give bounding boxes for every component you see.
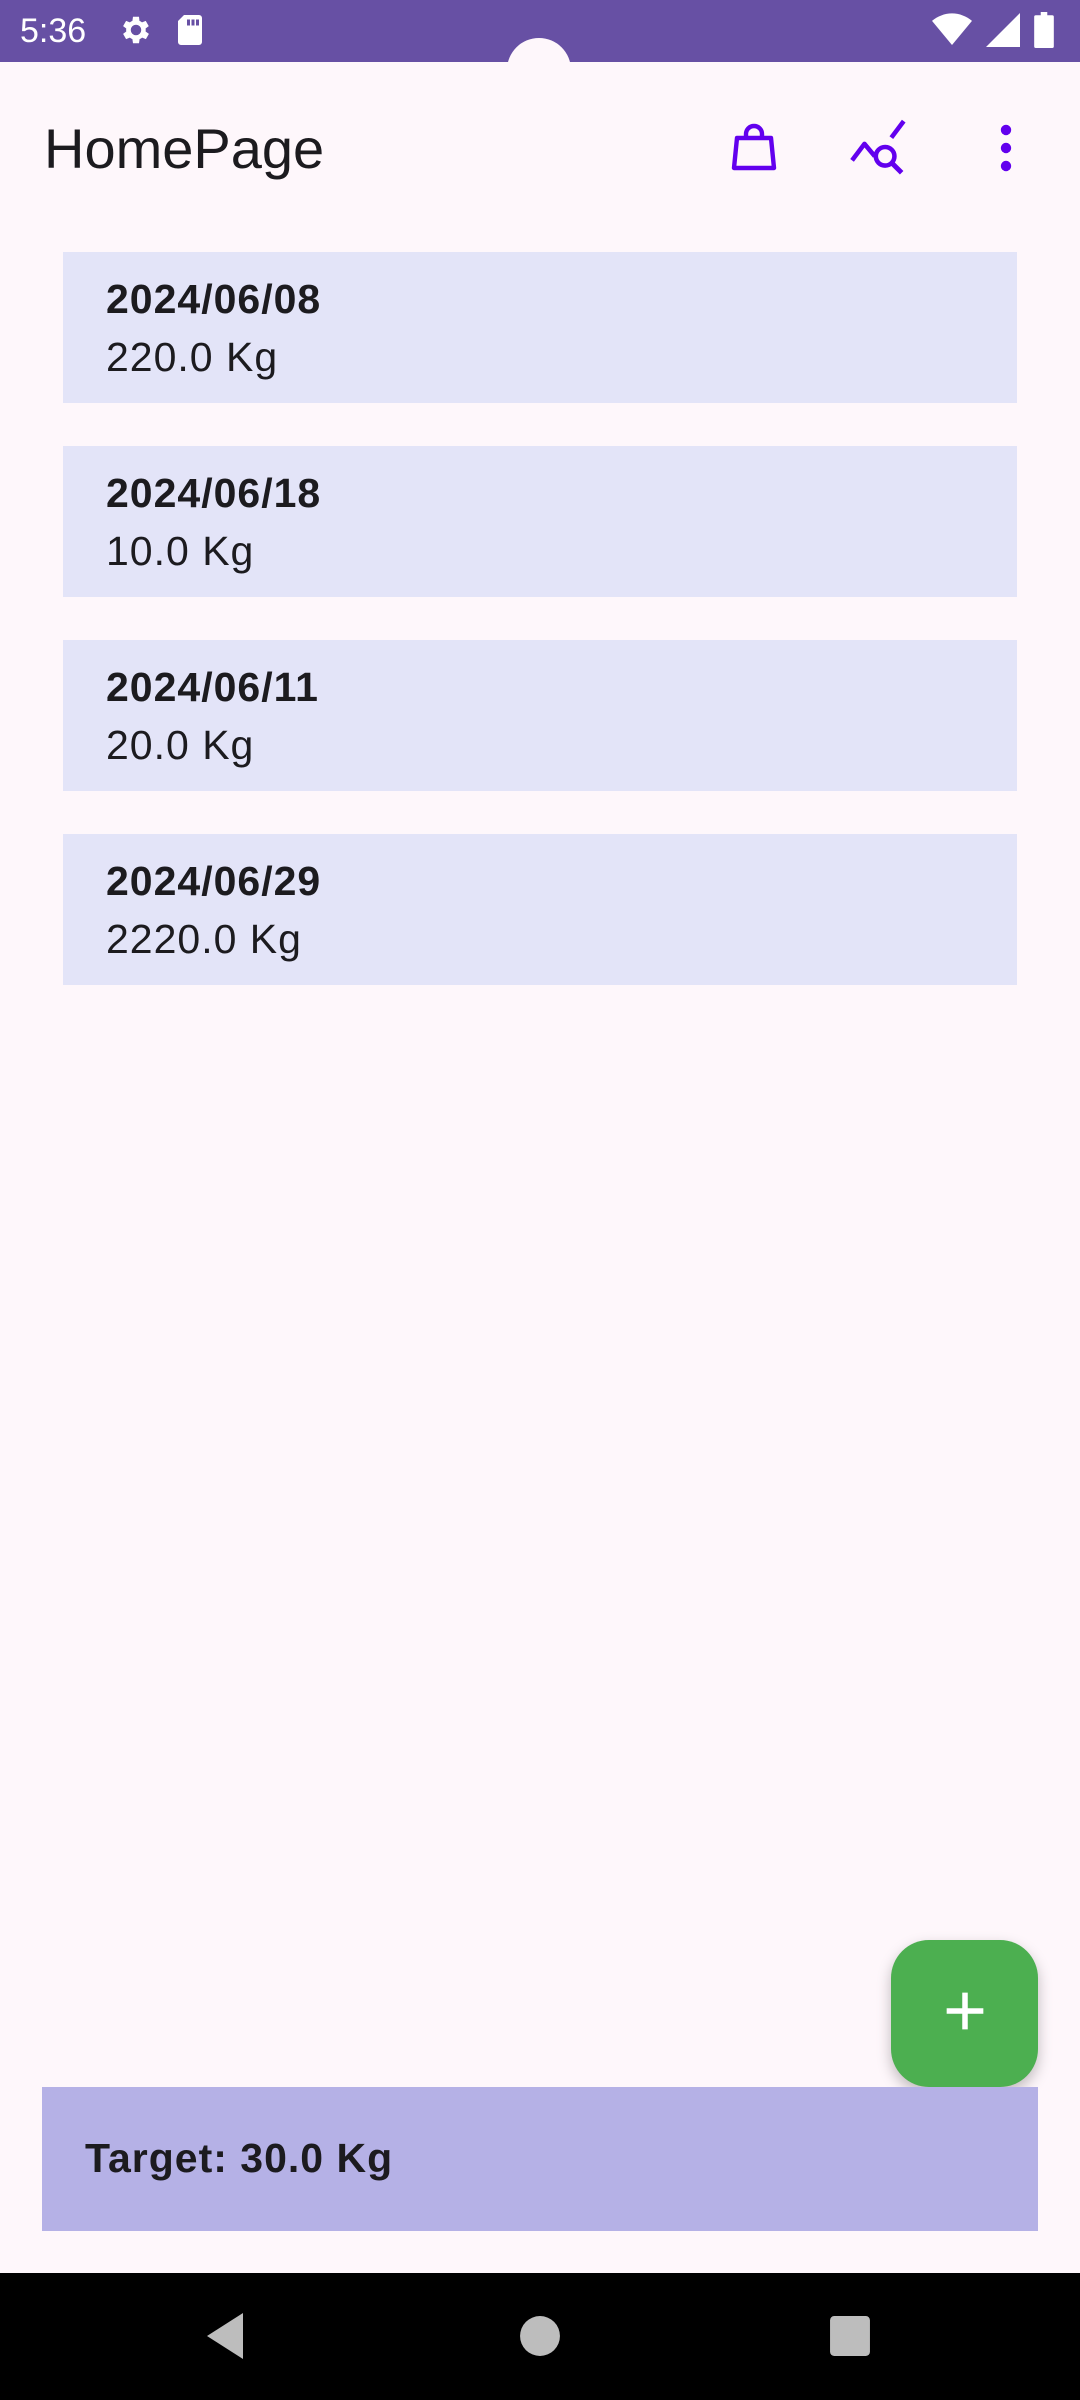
navigation-bar bbox=[0, 2273, 1080, 2400]
plus-icon bbox=[943, 1989, 987, 2038]
status-right-icons bbox=[932, 12, 1054, 53]
record-weight: 220.0 Kg bbox=[106, 334, 279, 380]
record-date: 2024/06/18 bbox=[106, 470, 322, 516]
shopping-bag-button[interactable] bbox=[718, 114, 790, 186]
list-item[interactable]: 2024/06/29 2220.0 Kg bbox=[63, 834, 1017, 985]
signal-icon bbox=[986, 13, 1020, 52]
sd-card-icon bbox=[174, 12, 206, 53]
chart-search-icon bbox=[850, 119, 912, 182]
home-button[interactable] bbox=[505, 2303, 575, 2373]
more-options-button[interactable] bbox=[970, 114, 1042, 186]
list-item[interactable]: 2024/06/08 220.0 Kg bbox=[63, 252, 1017, 403]
chart-search-button[interactable] bbox=[845, 114, 917, 186]
shopping-bag-icon bbox=[730, 122, 778, 179]
record-weight: 2220.0 Kg bbox=[106, 916, 302, 962]
page-title: HomePage bbox=[44, 117, 325, 180]
record-date: 2024/06/29 bbox=[106, 858, 322, 904]
recents-icon bbox=[829, 2315, 871, 2362]
target-label: Target: 30.0 Kg bbox=[85, 2135, 394, 2181]
list-item[interactable]: 2024/06/11 20.0 Kg bbox=[63, 640, 1017, 791]
wifi-icon bbox=[932, 13, 972, 52]
record-date: 2024/06/08 bbox=[106, 276, 322, 322]
target-banner[interactable]: Target: 30.0 Kg bbox=[42, 2087, 1038, 2231]
gear-icon bbox=[118, 12, 154, 53]
app-bar: HomePage bbox=[0, 62, 1080, 234]
home-icon bbox=[519, 2315, 561, 2362]
record-date: 2024/06/11 bbox=[106, 664, 319, 710]
record-weight: 20.0 Kg bbox=[106, 722, 255, 768]
record-weight: 10.0 Kg bbox=[106, 528, 255, 574]
status-left-icons bbox=[118, 12, 206, 53]
battery-icon bbox=[1034, 12, 1054, 53]
more-vert-icon bbox=[998, 124, 1014, 177]
back-icon bbox=[203, 2311, 247, 2366]
status-time: 5:36 bbox=[20, 12, 87, 50]
recents-button[interactable] bbox=[815, 2303, 885, 2373]
back-button[interactable] bbox=[190, 2303, 260, 2373]
record-list: 2024/06/08 220.0 Kg 2024/06/18 10.0 Kg 2… bbox=[63, 252, 1017, 1028]
add-record-button[interactable] bbox=[891, 1940, 1038, 2087]
list-item[interactable]: 2024/06/18 10.0 Kg bbox=[63, 446, 1017, 597]
